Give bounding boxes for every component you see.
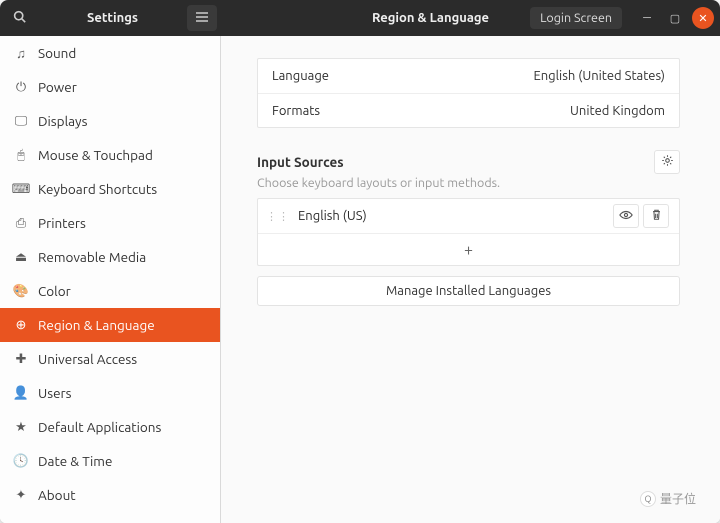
region-settings-list: Language English (United States) Formats… <box>257 58 680 128</box>
watermark-text: 量子位 <box>660 490 696 507</box>
watermark: Q 量子位 <box>640 490 696 507</box>
input-source-row[interactable]: ⋮⋮ English (US) <box>258 199 679 233</box>
sidebar-item-date-time[interactable]: 🕓 Date & Time <box>0 444 220 478</box>
sidebar-item-keyboard-shortcuts-icon: ⌨ <box>12 182 30 197</box>
input-sources-title: Input Sources <box>257 154 344 170</box>
sidebar-item-label: Power <box>38 79 77 95</box>
sidebar-item-power[interactable]: ⏻ Power <box>0 70 220 104</box>
sidebar-item-about[interactable]: ✦ About <box>0 478 220 512</box>
search-button[interactable] <box>4 5 34 31</box>
sidebar-item-users[interactable]: 👤 Users <box>0 376 220 410</box>
show-layout-button[interactable] <box>613 204 639 228</box>
minimize-icon: ─ <box>643 12 651 24</box>
sidebar-item-label: Default Applications <box>38 419 161 435</box>
sidebar-item-label: Keyboard Shortcuts <box>38 181 157 197</box>
sidebar-item-about-icon: ✦ <box>12 488 30 503</box>
sidebar-item-label: Printers <box>38 215 86 231</box>
language-row[interactable]: Language English (United States) <box>258 59 679 93</box>
sidebar-item-removable-media[interactable]: ⏏ Removable Media <box>0 240 220 274</box>
sidebar-item-date-time-icon: 🕓 <box>12 454 30 469</box>
search-icon <box>13 10 26 26</box>
titlebar: Settings Region & Language Login Screen … <box>0 0 720 36</box>
sidebar-item-power-icon: ⏻ <box>12 80 30 95</box>
trash-icon <box>651 209 662 224</box>
add-input-source-button[interactable]: + <box>258 233 679 265</box>
sidebar-item-label: Mouse & Touchpad <box>38 147 153 163</box>
sidebar-item-mouse-touchpad[interactable]: 🖰 Mouse & Touchpad <box>0 138 220 172</box>
sidebar-item-default-applications[interactable]: ★ Default Applications <box>0 410 220 444</box>
close-icon: ✕ <box>698 12 707 25</box>
sidebar-item-label: About <box>38 487 76 503</box>
input-sources-settings-button[interactable] <box>654 150 680 174</box>
sidebar-item-label: Removable Media <box>38 249 146 265</box>
login-screen-button[interactable]: Login Screen <box>530 7 622 29</box>
sidebar-item-universal-access[interactable]: ✚ Universal Access <box>0 342 220 376</box>
sidebar-item-region-language-icon: ⊕ <box>12 318 30 333</box>
page-title: Region & Language <box>221 11 530 25</box>
sidebar-item-users-icon: 👤 <box>12 386 30 401</box>
sidebar-item-label: Users <box>38 385 72 401</box>
hamburger-menu-button[interactable] <box>187 5 217 31</box>
formats-label: Formats <box>272 104 320 118</box>
plus-icon: + <box>464 241 473 259</box>
sidebar-item-sound-icon: ♫ <box>12 46 30 61</box>
sidebar-item-color[interactable]: 🎨 Color <box>0 274 220 308</box>
language-label: Language <box>272 69 329 83</box>
input-sources-subtitle: Choose keyboard layouts or input methods… <box>257 176 680 190</box>
drag-handle-icon[interactable]: ⋮⋮ <box>266 210 290 223</box>
language-value: English (United States) <box>533 69 665 83</box>
sidebar-item-label: Color <box>38 283 71 299</box>
sidebar-item-displays[interactable]: 🖵 Displays <box>0 104 220 138</box>
sidebar-item-sound[interactable]: ♫ Sound <box>0 36 220 70</box>
formats-value: United Kingdom <box>570 104 665 118</box>
sidebar-item-region-language[interactable]: ⊕ Region & Language <box>0 308 220 342</box>
window-maximize-button[interactable]: ▢ <box>664 7 686 29</box>
content-pane: Language English (United States) Formats… <box>221 36 720 523</box>
sidebar-item-label: Displays <box>38 113 87 129</box>
input-source-name: English (US) <box>298 209 367 223</box>
window-minimize-button[interactable]: ─ <box>636 7 658 29</box>
window-close-button[interactable]: ✕ <box>692 7 714 29</box>
app-title: Settings <box>38 11 187 25</box>
sidebar-item-printers-icon: ⎙ <box>12 216 30 231</box>
remove-input-source-button[interactable] <box>643 204 669 228</box>
sidebar-item-label: Universal Access <box>38 351 137 367</box>
sidebar-item-color-icon: 🎨 <box>12 284 30 299</box>
sidebar-item-label: Sound <box>38 45 76 61</box>
sidebar-item-removable-media-icon: ⏏ <box>12 250 30 265</box>
watermark-logo-icon: Q <box>640 491 656 507</box>
sidebar: ♫ Sound ⏻ Power 🖵 Displays 🖰 Mouse & Touchpad ⌨ K… <box>0 36 221 523</box>
gear-icon <box>661 154 674 170</box>
sidebar-item-keyboard-shortcuts[interactable]: ⌨ Keyboard Shortcuts <box>0 172 220 206</box>
eye-icon <box>619 210 633 223</box>
maximize-icon: ▢ <box>670 12 680 25</box>
formats-row[interactable]: Formats United Kingdom <box>258 93 679 127</box>
sidebar-item-default-applications-icon: ★ <box>12 420 30 435</box>
manage-languages-button[interactable]: Manage Installed Languages <box>257 276 680 306</box>
hamburger-icon <box>196 11 208 25</box>
sidebar-item-label: Date & Time <box>38 453 112 469</box>
sidebar-item-printers[interactable]: ⎙ Printers <box>0 206 220 240</box>
sidebar-item-displays-icon: 🖵 <box>12 114 30 129</box>
sidebar-item-universal-access-icon: ✚ <box>12 352 30 367</box>
sidebar-item-label: Region & Language <box>38 317 155 333</box>
sidebar-item-mouse-touchpad-icon: 🖰 <box>12 148 30 163</box>
input-sources-list: ⋮⋮ English (US) <box>257 198 680 266</box>
